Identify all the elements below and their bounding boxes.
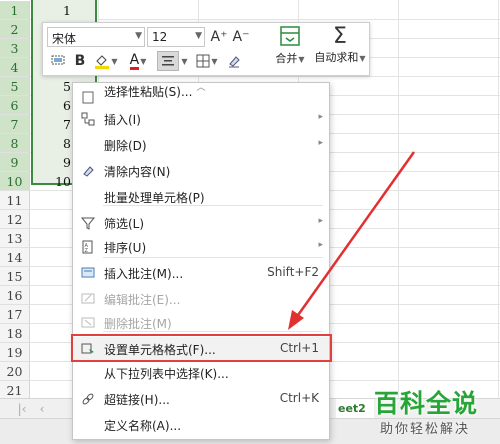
arrow-head-icon [288, 310, 304, 330]
arrow-shaft [294, 151, 416, 319]
watermark-subtitle: 助你轻松解决 [380, 422, 471, 437]
watermark-title: 百科全说 [374, 389, 479, 418]
watermark-logo: 百科全说 助你轻松解决 [366, 384, 496, 440]
annotation-arrow [288, 151, 416, 330]
